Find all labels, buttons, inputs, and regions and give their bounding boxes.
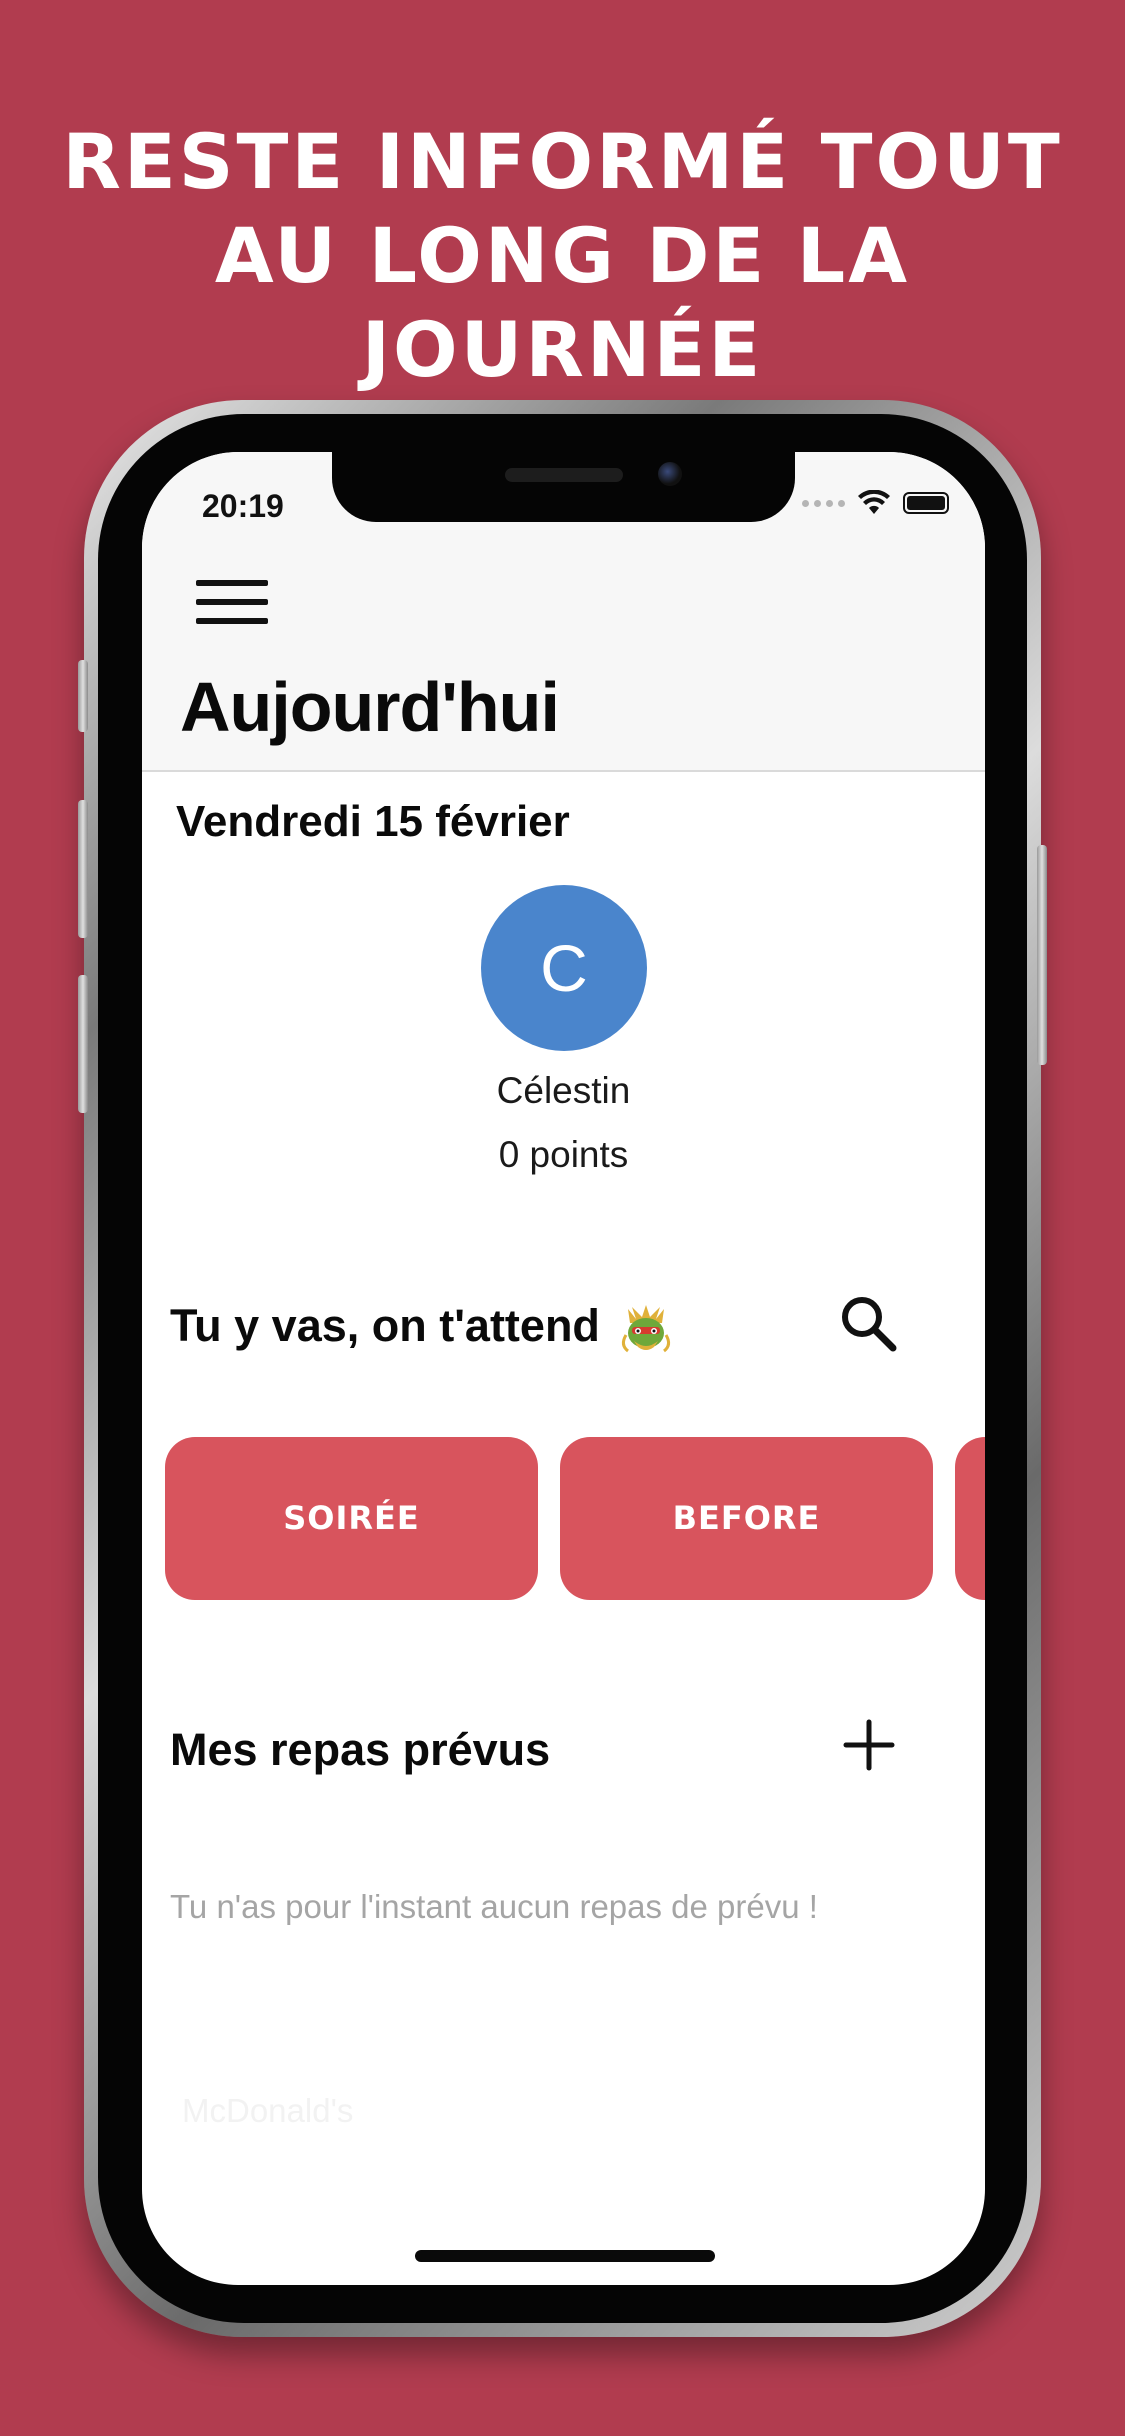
chip-soiree[interactable]: Soirée xyxy=(165,1437,538,1600)
events-section-title: Tu y vas, on t'attend xyxy=(170,1300,674,1357)
battery-icon xyxy=(903,492,949,514)
plus-icon[interactable] xyxy=(842,1718,896,1772)
status-icons xyxy=(802,490,949,516)
user-points: 0 points xyxy=(498,1134,629,1175)
empty-meals-message: Tu n'as pour l'instant aucun repas de pr… xyxy=(170,1888,818,1925)
app-screen: 20:19 Aujourd'hui Vendredi 15 février C … xyxy=(142,452,985,2285)
home-indicator[interactable] xyxy=(415,2250,715,2262)
chip-before[interactable]: Before xyxy=(560,1437,933,1600)
event-type-carousel[interactable]: Soirée Before xyxy=(165,1437,985,1603)
page-title: Aujourd'hui xyxy=(180,668,560,746)
avatar[interactable]: C xyxy=(481,885,647,1051)
dragon-emoji-icon xyxy=(622,1305,671,1353)
headline-line-1: Reste informé tout xyxy=(62,117,1063,206)
search-icon[interactable] xyxy=(835,1290,901,1356)
promo-headline: Reste informé tout au long de la journée xyxy=(0,115,1125,397)
power-button xyxy=(1037,845,1047,1065)
user-name: Célestin xyxy=(496,1070,631,1111)
meals-section-title: Mes repas prévus xyxy=(170,1724,551,1775)
cellular-signal-icon xyxy=(802,499,845,507)
volume-up-button xyxy=(78,800,88,938)
earpiece-speaker xyxy=(505,468,623,482)
date-label: Vendredi 15 février xyxy=(176,797,570,846)
wifi-icon xyxy=(858,490,890,514)
silent-switch xyxy=(78,660,88,732)
volume-down-button xyxy=(78,975,88,1113)
chip-next-partial[interactable] xyxy=(955,1437,985,1600)
headline-line-2: au long de la journée xyxy=(214,211,911,394)
navigation-header: Aujourd'hui xyxy=(142,552,985,772)
hamburger-menu-icon[interactable] xyxy=(196,574,270,630)
device-notch xyxy=(332,452,795,522)
status-time: 20:19 xyxy=(202,488,284,524)
events-section-title-text: Tu y vas, on t'attend xyxy=(170,1300,600,1351)
front-camera xyxy=(658,462,682,486)
faded-list-item: McDonald's xyxy=(182,2092,354,2129)
